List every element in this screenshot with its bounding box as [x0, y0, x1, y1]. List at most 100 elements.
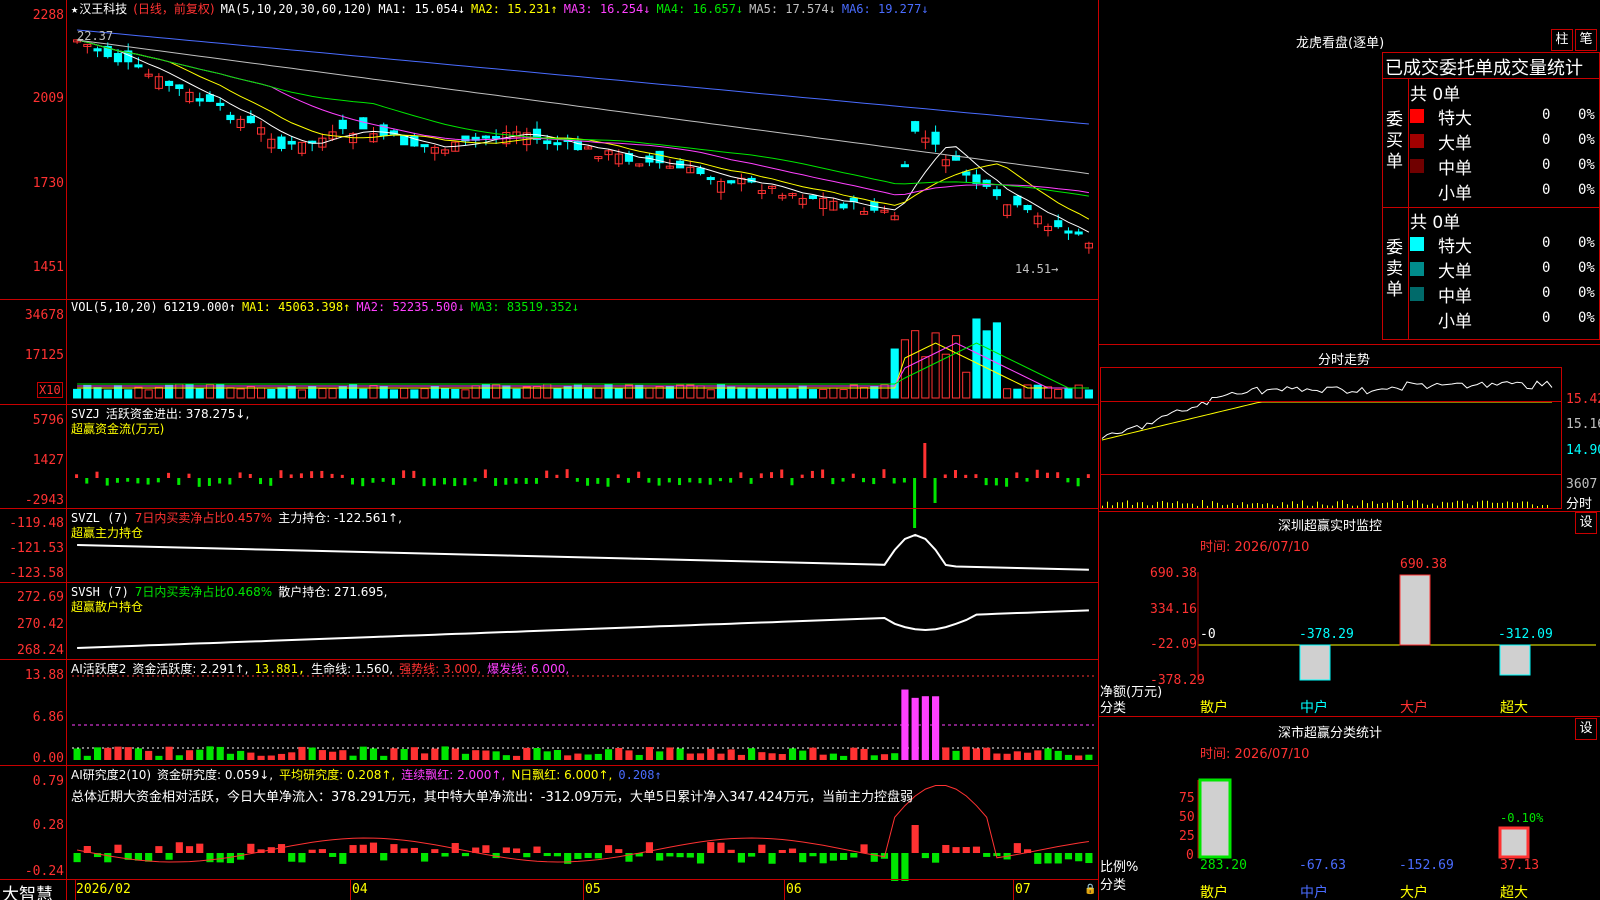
ai2-bar [175, 842, 183, 853]
svzj-bar [974, 474, 978, 478]
svzj-bar [432, 478, 436, 486]
sell-label: 委卖单 [1386, 238, 1403, 300]
svzl-hold: 主力持仓: -122.561↑, [278, 511, 402, 525]
svzj-bar [1086, 474, 1090, 478]
lock-icon[interactable]: 🔒 [1084, 884, 1096, 895]
ma-value-4: MA4: 16.657↓ [656, 2, 744, 16]
ai1-bar [707, 748, 715, 760]
volume-bar [369, 385, 378, 399]
ai1-bar [737, 754, 745, 760]
ai1-bar [829, 753, 837, 760]
buy-qty-3: 0 [1542, 182, 1551, 198]
candle-body [134, 64, 143, 68]
realtime-top-line [1098, 511, 1600, 512]
ai2-bar [73, 853, 81, 863]
ai1-bar [553, 750, 562, 760]
svzj-bar [361, 478, 365, 487]
svzj-bar [494, 478, 498, 486]
buy-name-3: 小单 [1438, 184, 1472, 204]
ai2-avg: 平均研究度: 0.208↑, [279, 768, 396, 782]
svzj-bar [228, 478, 232, 485]
volume-bar [992, 322, 1001, 399]
ai1-bar [1023, 752, 1032, 760]
ma-value-5: MA5: 17.574↓ [749, 2, 836, 16]
dragon-label-divider [1408, 78, 1409, 340]
realtime-cat-2: 大户 [1400, 700, 1428, 716]
classify-settings-button[interactable]: 设 [1575, 718, 1597, 740]
sell-pct-3: 0% [1578, 310, 1595, 326]
svzj-bar [126, 478, 130, 482]
volume-bar [686, 384, 695, 399]
volume-bar [144, 389, 153, 399]
svzj-bar [933, 478, 937, 503]
ai2-bar [829, 853, 837, 861]
ai1-info-bar: AI活跃度2 资金活跃度: 2.291↑, 13.881, 生命线: 1.560, 强势… [71, 660, 575, 677]
svzj-bar [759, 473, 763, 478]
vol-unit-badge[interactable]: X10 [37, 382, 63, 398]
intraday-top-line [1098, 344, 1600, 345]
intraday-chart[interactable] [1100, 367, 1562, 509]
classify-ytick-2: 25 [1179, 829, 1195, 844]
ai2-bar [308, 849, 316, 853]
ai2-bar [778, 849, 786, 853]
ai1-bar [512, 755, 521, 760]
ai2-bar [758, 844, 766, 853]
volume-bar [890, 348, 899, 399]
svzj-bar [647, 478, 651, 483]
realtime-value-2: 690.38 [1400, 557, 1447, 572]
buy-row-3: 小单 0 0% [1410, 179, 1600, 204]
volume-bar [93, 387, 102, 399]
svzj-bar [412, 470, 416, 478]
vol-ytick-1: 17125 [24, 348, 64, 363]
ai1-bar [727, 749, 735, 760]
svzj-ytick-2: -2943 [24, 493, 64, 508]
ai2-bar [533, 846, 541, 853]
candle-body [226, 114, 235, 121]
favorite-star-icon[interactable]: ★ [71, 2, 78, 16]
ai1-bar [788, 748, 797, 760]
buy-swatch-3 [1410, 184, 1424, 198]
ai2-bar [523, 853, 531, 858]
realtime-ytick-2: -22.09 [1150, 637, 1197, 652]
classify-cat-3: 超大 [1500, 885, 1528, 900]
dragon-tick-button[interactable]: 笔 [1575, 29, 1597, 51]
svzj-bar [207, 478, 211, 486]
svzj-bar [586, 478, 590, 486]
ai1-bar [104, 747, 112, 760]
vol-label: VOL(5,10,20) [71, 300, 158, 314]
ai2-bar [247, 843, 255, 853]
ai2-bar [972, 846, 981, 853]
ai2-label: AI研究度2(10) [71, 768, 152, 782]
svzj-bar [105, 478, 109, 486]
intraday-grid-0 [1100, 401, 1562, 402]
sell-row-0: 特大 0 0% [1410, 232, 1600, 257]
candle-body [1054, 220, 1063, 228]
candle-body [696, 167, 705, 175]
stock-name[interactable]: 汉王科技 [79, 2, 127, 16]
volume-bar [737, 387, 746, 399]
candle-body [420, 144, 429, 148]
svzj-bar [821, 469, 825, 478]
svzj-ytick-1: 1427 [32, 453, 64, 468]
svzj-bar [534, 478, 538, 484]
classify-ytick-1: 50 [1179, 810, 1195, 825]
volume-bar [808, 389, 818, 399]
svzj-desc: 活跃资金进出: 378.275↓, [105, 407, 250, 421]
ai1-bar [1054, 750, 1062, 760]
ai2-ytick-0: 0.79 [32, 774, 64, 789]
ai1-ytick-0: 13.88 [24, 668, 64, 683]
ai2-bar [441, 853, 449, 857]
svzj-bar [1076, 478, 1080, 487]
candle-body [277, 136, 286, 149]
svzj-bar [1015, 472, 1019, 478]
volume-bar [553, 388, 562, 399]
ai1-bar [83, 755, 91, 760]
realtime-value-0: -0 [1200, 627, 1216, 642]
main-ytick-0: 2288 [32, 8, 64, 23]
dragon-bar-button[interactable]: 柱 [1551, 29, 1573, 51]
volume-bar [624, 384, 634, 399]
xaxis-label-2: 05 [585, 882, 601, 897]
candle-body [93, 48, 102, 52]
svzj-bar [862, 478, 866, 483]
realtime-settings-button[interactable]: 设 [1575, 512, 1597, 534]
